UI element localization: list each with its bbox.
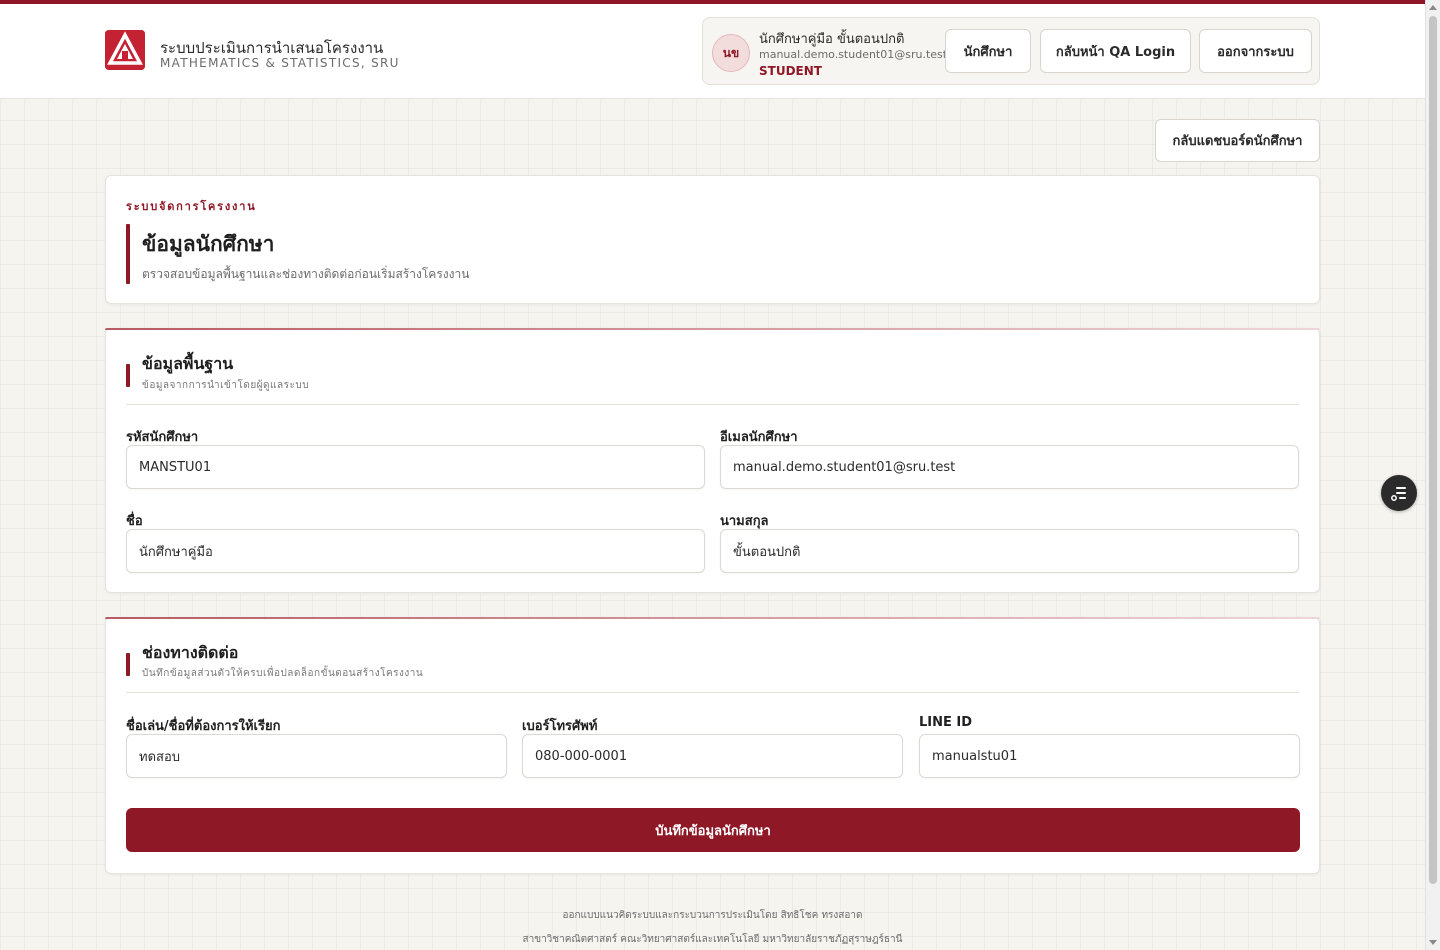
- card-top-accent: [105, 617, 1320, 619]
- settings-panel-icon[interactable]: [1381, 475, 1417, 511]
- student-id-label: รหัสนักศึกษา: [126, 430, 199, 445]
- user-role-badge: STUDENT: [759, 64, 822, 78]
- user-panel: นข นักศึกษาคู่มือ ขั้นตอนปกติ manual.dem…: [702, 17, 1320, 85]
- scroll-down-arrow-icon[interactable]: [1429, 940, 1437, 945]
- phone-field[interactable]: [522, 734, 903, 778]
- avatar: นข: [712, 34, 750, 72]
- student-button[interactable]: นักศึกษา: [945, 29, 1031, 73]
- save-student-info-button[interactable]: บันทึกข้อมูลนักศึกษา: [126, 808, 1300, 852]
- page-description: ตรวจสอบข้อมูลพื้นฐานและช่องทางติดต่อก่อน…: [142, 267, 470, 281]
- contact-subtitle: บันทึกข้อมูลส่วนตัวให้ครบเพื่อปลดล็อกขั้…: [142, 668, 424, 679]
- basic-info-card: ข้อมูลพื้นฐาน ข้อมูลจากการนำเข้าโดยผู้ดู…: [105, 328, 1320, 593]
- student-id-field[interactable]: [126, 445, 705, 489]
- section-divider: [126, 692, 1299, 693]
- card-top-accent: [105, 328, 1320, 330]
- page-title: ข้อมูลนักศึกษา: [142, 232, 275, 256]
- basic-info-subtitle: ข้อมูลจากการนำเข้าโดยผู้ดูแลระบบ: [142, 380, 310, 391]
- line-id-field[interactable]: [919, 734, 1300, 778]
- email-field[interactable]: [720, 445, 1299, 489]
- scrollbar-thumb[interactable]: [1429, 16, 1437, 884]
- back-to-dashboard-button[interactable]: กลับแดชบอร์ดนักศึกษา: [1155, 119, 1320, 162]
- basic-info-title: ข้อมูลพื้นฐาน: [142, 354, 234, 373]
- logout-button[interactable]: ออกจากระบบ: [1199, 29, 1312, 73]
- app-header: ระบบประเมินการนำเสนอโครงงาน MATHEMATICS …: [0, 4, 1425, 99]
- section-divider: [126, 404, 1299, 405]
- line-id-label: LINE ID: [919, 715, 973, 730]
- last-name-field[interactable]: [720, 529, 1299, 573]
- first-name-field[interactable]: [126, 529, 705, 573]
- section-kicker: ระบบจัดการโครงงาน: [126, 200, 257, 213]
- footer-credit: ออกแบบแนวคิดระบบและกระบวนการประเมินโดย ส…: [562, 910, 863, 921]
- user-name: นักศึกษาคู่มือ ขั้นตอนปกติ: [759, 32, 905, 47]
- last-name-label: นามสกุล: [720, 514, 769, 529]
- contact-title: ช่องทางติดต่อ: [142, 643, 239, 662]
- contact-card: ช่องทางติดต่อ บันทึกข้อมูลส่วนตัวให้ครบเ…: [105, 617, 1320, 874]
- phone-label: เบอร์โทรศัพท์: [522, 719, 598, 734]
- email-label: อีเมลนักศึกษา: [720, 430, 798, 445]
- nickname-label: ชื่อเล่น/ชื่อที่ต้องการให้เรียก: [126, 719, 281, 734]
- section-accent-bar: [126, 364, 130, 387]
- qa-login-button[interactable]: กลับหน้า QA Login: [1040, 29, 1191, 73]
- sru-logo-icon: [105, 30, 145, 70]
- intro-card: ระบบจัดการโครงงาน ข้อมูลนักศึกษา ตรวจสอบ…: [105, 175, 1320, 304]
- footer-affiliation: สาขาวิชาคณิตศาสตร์ คณะวิทยาศาสตร์และเทคโ…: [522, 934, 903, 945]
- user-email: manual.demo.student01@sru.test: [759, 48, 948, 61]
- title-accent-bar: [126, 224, 130, 284]
- section-accent-bar: [126, 653, 130, 676]
- page-scrollbar[interactable]: [1425, 0, 1440, 950]
- first-name-label: ชื่อ: [126, 514, 143, 529]
- brand-subtitle: MATHEMATICS & STATISTICS, SRU: [160, 56, 400, 70]
- scroll-up-arrow-icon[interactable]: [1429, 5, 1437, 10]
- nickname-field[interactable]: [126, 734, 507, 778]
